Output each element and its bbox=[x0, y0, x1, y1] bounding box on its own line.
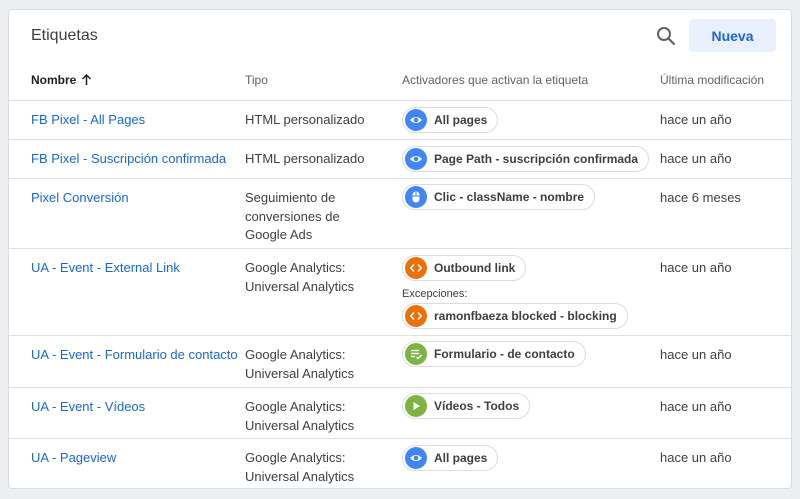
eye-icon bbox=[405, 109, 427, 131]
last-modified: hace un año bbox=[660, 112, 732, 127]
eye-icon bbox=[405, 148, 427, 170]
tag-type: HTML personalizado bbox=[245, 112, 365, 127]
trigger-label: All pages bbox=[434, 113, 488, 127]
exception-chip[interactable]: ramonfbaeza blocked - blocking bbox=[402, 303, 628, 329]
form-icon bbox=[405, 343, 427, 365]
trigger-chip[interactable]: Formulario - de contacto bbox=[402, 341, 586, 367]
play-icon bbox=[405, 395, 427, 417]
search-icon bbox=[657, 27, 676, 46]
last-modified: hace un año bbox=[660, 347, 732, 362]
tag-name-link[interactable]: UA - Event - Vídeos bbox=[31, 398, 145, 417]
divider bbox=[9, 100, 791, 101]
tag-type: Seguimiento de conversiones de Google Ad… bbox=[245, 190, 340, 242]
exception-label: ramonfbaeza blocked - blocking bbox=[434, 309, 617, 323]
trigger-chip[interactable]: Vídeos - Todos bbox=[402, 393, 531, 419]
trigger-chip[interactable]: Outbound link bbox=[402, 255, 527, 281]
exceptions-label: Excepciones: bbox=[402, 288, 468, 300]
trigger-chip[interactable]: All pages bbox=[402, 107, 499, 133]
divider bbox=[9, 387, 791, 388]
code-brackets-icon bbox=[405, 257, 427, 279]
code-brackets-icon bbox=[405, 305, 427, 327]
tag-type: Google Analytics: Universal Analytics bbox=[245, 260, 355, 294]
column-header-type[interactable]: Tipo bbox=[245, 73, 268, 87]
trigger-label: Page Path - suscripción confirmada bbox=[434, 152, 639, 166]
tag-name-link[interactable]: UA - Pageview bbox=[31, 449, 116, 468]
tag-type: Google Analytics: Universal Analytics bbox=[245, 347, 355, 381]
tags-card: Etiquetas Nueva Nombre Tipo Activadores … bbox=[8, 9, 792, 489]
trigger-chip[interactable]: Clic - className - nombre bbox=[402, 184, 596, 210]
divider bbox=[9, 139, 791, 140]
tag-type: Google Analytics: Universal Analytics bbox=[245, 399, 355, 433]
trigger-label: Vídeos - Todos bbox=[434, 399, 520, 413]
new-tag-button[interactable]: Nueva bbox=[689, 19, 776, 52]
trigger-label: Formulario - de contacto bbox=[434, 347, 575, 361]
trigger-chip[interactable]: All pages bbox=[402, 445, 499, 471]
trigger-chip[interactable]: Page Path - suscripción confirmada bbox=[402, 146, 650, 172]
column-header-triggers[interactable]: Activadores que activan la etiqueta bbox=[402, 73, 588, 87]
column-header-modified[interactable]: Última modificación bbox=[660, 73, 772, 87]
last-modified: hace 6 meses bbox=[660, 190, 741, 205]
tag-type: HTML personalizado bbox=[245, 151, 365, 166]
eye-icon bbox=[405, 447, 427, 469]
tag-name-link[interactable]: FB Pixel - All Pages bbox=[31, 111, 145, 130]
trigger-label: Outbound link bbox=[434, 261, 516, 275]
divider bbox=[9, 438, 791, 439]
last-modified: hace un año bbox=[660, 399, 732, 414]
page-title: Etiquetas bbox=[31, 27, 98, 44]
column-header-name[interactable]: Nombre bbox=[31, 73, 92, 89]
tag-name-link[interactable]: UA - Event - External Link bbox=[31, 259, 180, 278]
mouse-icon bbox=[405, 186, 427, 208]
last-modified: hace un año bbox=[660, 151, 732, 166]
tag-name-link[interactable]: FB Pixel - Suscripción confirmada bbox=[31, 150, 226, 169]
divider bbox=[9, 248, 791, 249]
divider bbox=[9, 335, 791, 336]
tag-name-link[interactable]: UA - Event - Formulario de contacto bbox=[31, 346, 238, 365]
search-button[interactable] bbox=[653, 23, 679, 49]
last-modified: hace un año bbox=[660, 450, 732, 465]
tag-type: Google Analytics: Universal Analytics bbox=[245, 450, 355, 484]
tag-name-link[interactable]: Pixel Conversión bbox=[31, 189, 129, 208]
last-modified: hace un año bbox=[660, 260, 732, 275]
divider bbox=[9, 178, 791, 179]
trigger-label: All pages bbox=[434, 451, 488, 465]
arrow-up-icon bbox=[81, 73, 92, 89]
trigger-label: Clic - className - nombre bbox=[434, 190, 585, 204]
column-header-name-label: Nombre bbox=[31, 73, 77, 87]
